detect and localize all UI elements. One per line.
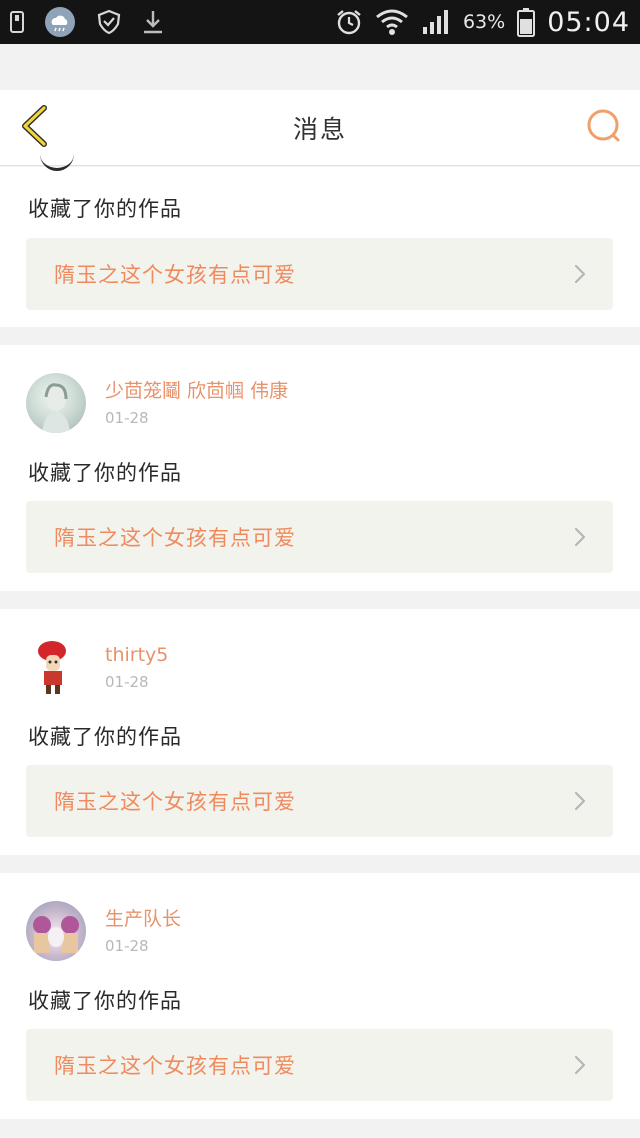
search-button[interactable] [582, 106, 626, 150]
timestamp: 01-28 [105, 409, 149, 427]
timestamp: 01-28 [105, 673, 149, 691]
user-row: 少茴笼鬮 欣茴帼 伟康 01-28 [26, 373, 288, 433]
work-link[interactable]: 隋玉之这个女孩有点可爱 [26, 238, 613, 310]
chevron-right-icon [574, 527, 586, 547]
username[interactable]: 少茴笼鬮 欣茴帼 伟康 [105, 379, 288, 403]
work-title: 隋玉之这个女孩有点可爱 [54, 263, 296, 287]
weather-cloud-icon [44, 6, 76, 38]
chevron-right-icon [574, 791, 586, 811]
avatar [40, 153, 74, 171]
work-link[interactable]: 隋玉之这个女孩有点可爱 [26, 501, 613, 573]
clock: 05:04 [547, 6, 630, 38]
user-meta: 少茴笼鬮 欣茴帼 伟康 01-28 [105, 379, 288, 427]
chevron-left-icon [18, 104, 50, 152]
action-text: 收藏了你的作品 [28, 197, 182, 221]
status-bar-left [10, 6, 164, 38]
avatar[interactable] [26, 901, 86, 961]
list-item: 少茴笼鬮 欣茴帼 伟康 01-28 收藏了你的作品 隋玉之这个女孩有点可爱 [0, 345, 640, 591]
shield-icon [96, 9, 122, 35]
work-link[interactable]: 隋玉之这个女孩有点可爱 [26, 765, 613, 837]
page-title: 消息 [292, 114, 347, 144]
chevron-right-icon [574, 1055, 586, 1075]
username[interactable]: 生产队长 [105, 907, 181, 931]
work-title: 隋玉之这个女孩有点可爱 [54, 790, 296, 814]
action-text: 收藏了你的作品 [28, 725, 182, 749]
avatar[interactable] [26, 637, 86, 697]
wifi-icon [375, 7, 409, 37]
user-row: thirty5 01-28 [26, 637, 168, 697]
download-icon [142, 9, 164, 35]
spacer [0, 44, 640, 90]
search-icon [585, 107, 623, 149]
list-item: 生产队长 01-28 收藏了你的作品 隋玉之这个女孩有点可爱 [0, 873, 640, 1119]
user-row: 生产队长 01-28 [26, 901, 181, 961]
message-list: 收藏了你的作品 隋玉之这个女孩有点可爱 少茴笼鬮 欣茴帼 伟康 01-28 收藏… [0, 167, 640, 1119]
list-item: thirty5 01-28 收藏了你的作品 隋玉之这个女孩有点可爱 [0, 609, 640, 855]
action-text: 收藏了你的作品 [28, 989, 182, 1013]
work-link[interactable]: 隋玉之这个女孩有点可爱 [26, 1029, 613, 1101]
app-header: 消息 [0, 90, 640, 166]
signal-icon [421, 8, 451, 36]
action-text: 收藏了你的作品 [28, 461, 182, 485]
status-bar-right: 63% 05:04 [335, 7, 630, 38]
user-meta: thirty5 01-28 [105, 643, 168, 691]
avatar[interactable] [26, 373, 86, 433]
back-button[interactable] [14, 104, 54, 152]
alarm-icon [335, 8, 363, 36]
chevron-right-icon [574, 264, 586, 284]
battery-icon [517, 7, 536, 37]
user-meta: 生产队长 01-28 [105, 907, 181, 955]
work-title: 隋玉之这个女孩有点可爱 [54, 526, 296, 550]
username[interactable]: thirty5 [105, 643, 168, 667]
list-item: 收藏了你的作品 隋玉之这个女孩有点可爱 [0, 167, 640, 327]
status-bar: 63% 05:04 [0, 0, 640, 44]
timestamp: 01-28 [105, 937, 149, 955]
battery-percent: 63% [462, 11, 506, 33]
work-title: 隋玉之这个女孩有点可爱 [54, 1054, 296, 1078]
sim-icon [10, 11, 24, 33]
